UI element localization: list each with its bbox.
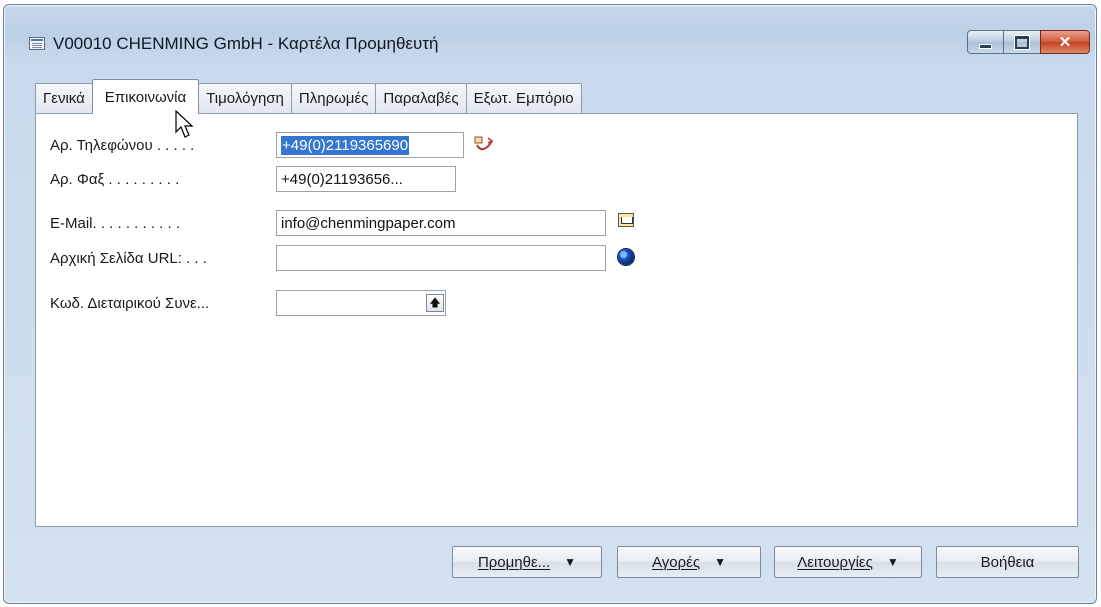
tab-general[interactable]: Γενικά <box>35 83 93 113</box>
close-button[interactable]: ✕ <box>1040 30 1090 54</box>
email-row: E-Mail. . . . . . . . . . . <box>50 210 272 236</box>
tab-foreign-trade[interactable]: Εξωτ. Εμπόριο <box>465 83 582 113</box>
ic-partner-lookup-button[interactable]: 🡅 <box>426 294 444 312</box>
title-bar[interactable]: V00010 CHENMING GmbH - Καρτέλα Προμηθευτ… <box>4 5 1096 54</box>
email-field[interactable]: info@chenmingpaper.com <box>276 210 606 236</box>
ic-partner-label: Κωδ. Διεταιρικού Συνε... <box>50 294 210 312</box>
tab-strip: Γενικά Επικοινωνία Τιμολόγηση Πληρωμές Π… <box>35 79 582 114</box>
email-value: info@chenmingpaper.com <box>281 214 456 232</box>
mouse-cursor-icon <box>175 110 194 138</box>
close-icon: ✕ <box>1058 34 1072 51</box>
minimize-icon <box>979 43 992 49</box>
homepage-label: Αρχική Σελίδα URL: . . . <box>50 249 207 267</box>
arrow-up-icon: 🡅 <box>429 296 441 309</box>
fax-field[interactable]: +49(0)21193656... <box>276 166 456 192</box>
ic-partner-row: Κωδ. Διεταιρικού Συνε... <box>50 290 272 316</box>
fax-value: +49(0)21193656... <box>281 170 403 188</box>
globe-icon[interactable] <box>618 249 634 265</box>
chevron-down-icon: ▼ <box>564 555 577 569</box>
minimize-button[interactable] <box>967 30 1004 54</box>
phone-row: Αρ. Τηλεφώνου . . . . . <box>50 132 272 158</box>
form-icon <box>29 37 45 50</box>
caption-buttons: ✕ <box>967 30 1090 54</box>
phone-dial-icon[interactable] <box>474 135 494 153</box>
phone-label: Αρ. Τηλεφώνου . . . . . <box>50 136 195 154</box>
vendor-menu-label: Προμηθε... <box>477 553 551 571</box>
tab-receiving[interactable]: Παραλαβές <box>375 83 467 113</box>
tab-communication[interactable]: Επικοινωνία <box>91 79 200 114</box>
purchases-menu-button[interactable]: Αγορές ▼ <box>617 546 761 578</box>
help-button-label: Βοήθεια <box>980 553 1035 571</box>
functions-menu-label: Λειτουργίες <box>797 553 873 571</box>
phone-field[interactable]: +49(0)2119365690 <box>276 132 464 158</box>
homepage-row: Αρχική Σελίδα URL: . . . <box>50 245 272 271</box>
window-title: V00010 CHENMING GmbH - Καρτέλα Προμηθευτ… <box>53 34 439 53</box>
purchases-menu-label: Αγορές <box>652 553 701 571</box>
phone-value: +49(0)2119365690 <box>281 135 410 155</box>
maximize-button[interactable] <box>1004 30 1040 54</box>
mail-icon[interactable] <box>618 213 634 227</box>
fax-label: Αρ. Φαξ . . . . . . . . . <box>50 170 180 188</box>
homepage-field[interactable] <box>276 245 606 271</box>
fax-row: Αρ. Φαξ . . . . . . . . . <box>50 166 272 192</box>
maximize-icon <box>1015 35 1029 49</box>
ic-partner-field[interactable] <box>276 290 446 316</box>
tab-invoicing[interactable]: Τιμολόγηση <box>198 83 292 113</box>
chevron-down-icon: ▼ <box>714 555 726 569</box>
functions-menu-button[interactable]: Λειτουργίες ▼ <box>774 546 922 578</box>
tab-payments[interactable]: Πληρωμές <box>290 83 377 113</box>
communication-panel: Αρ. Τηλεφώνου . . . . . +49(0)2119365690… <box>35 113 1078 527</box>
vendor-menu-button[interactable]: Προμηθε... ▼ <box>452 546 602 578</box>
chevron-down-icon: ▼ <box>886 555 899 569</box>
email-label: E-Mail. . . . . . . . . . . <box>50 214 181 232</box>
help-button[interactable]: Βοήθεια <box>936 546 1079 578</box>
